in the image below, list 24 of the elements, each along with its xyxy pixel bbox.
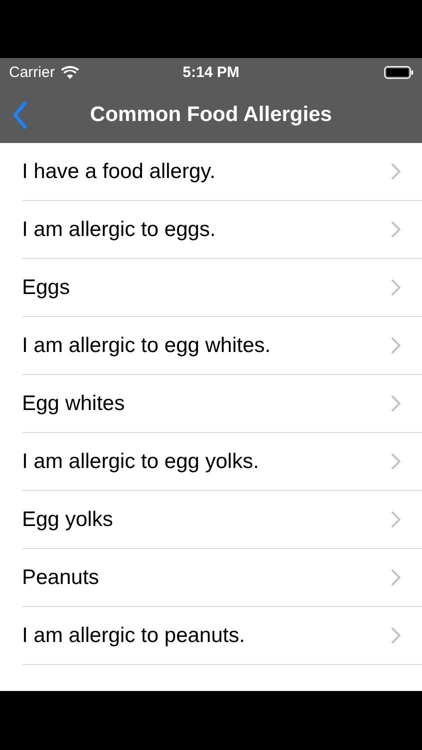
list-row[interactable]: Egg whites [22,375,422,433]
list-row[interactable]: I am allergic to egg yolks. [22,433,422,491]
list-row[interactable]: I am allergic to eggs. [22,201,422,259]
nav-title: Common Food Allergies [90,102,332,126]
chevron-icon [391,569,401,586]
list-row[interactable]: Egg yolks [22,491,422,549]
chevron-icon [391,453,401,470]
chevron-icon [391,163,401,180]
list-row[interactable]: I am allergic to egg whites. [22,317,422,375]
chevron-icon [391,337,401,354]
carrier-label: Carrier [9,64,55,80]
wifi-icon [60,66,79,78]
chevron-icon [391,221,401,238]
list-row[interactable]: I am allergic to peanuts. [22,607,422,665]
back-chevron-icon[interactable] [12,100,28,128]
list-row[interactable]: Eggs [22,259,422,317]
chevron-icon [391,279,401,296]
chevron-icon [391,395,401,412]
list-row[interactable]: Peanuts [22,549,422,607]
clock-time: 5:14 PM [182,64,240,80]
list-row[interactable]: I have a food allergy. [22,143,422,201]
chevron-icon [391,511,401,528]
chevron-icon [391,627,401,644]
battery-icon [384,66,414,78]
